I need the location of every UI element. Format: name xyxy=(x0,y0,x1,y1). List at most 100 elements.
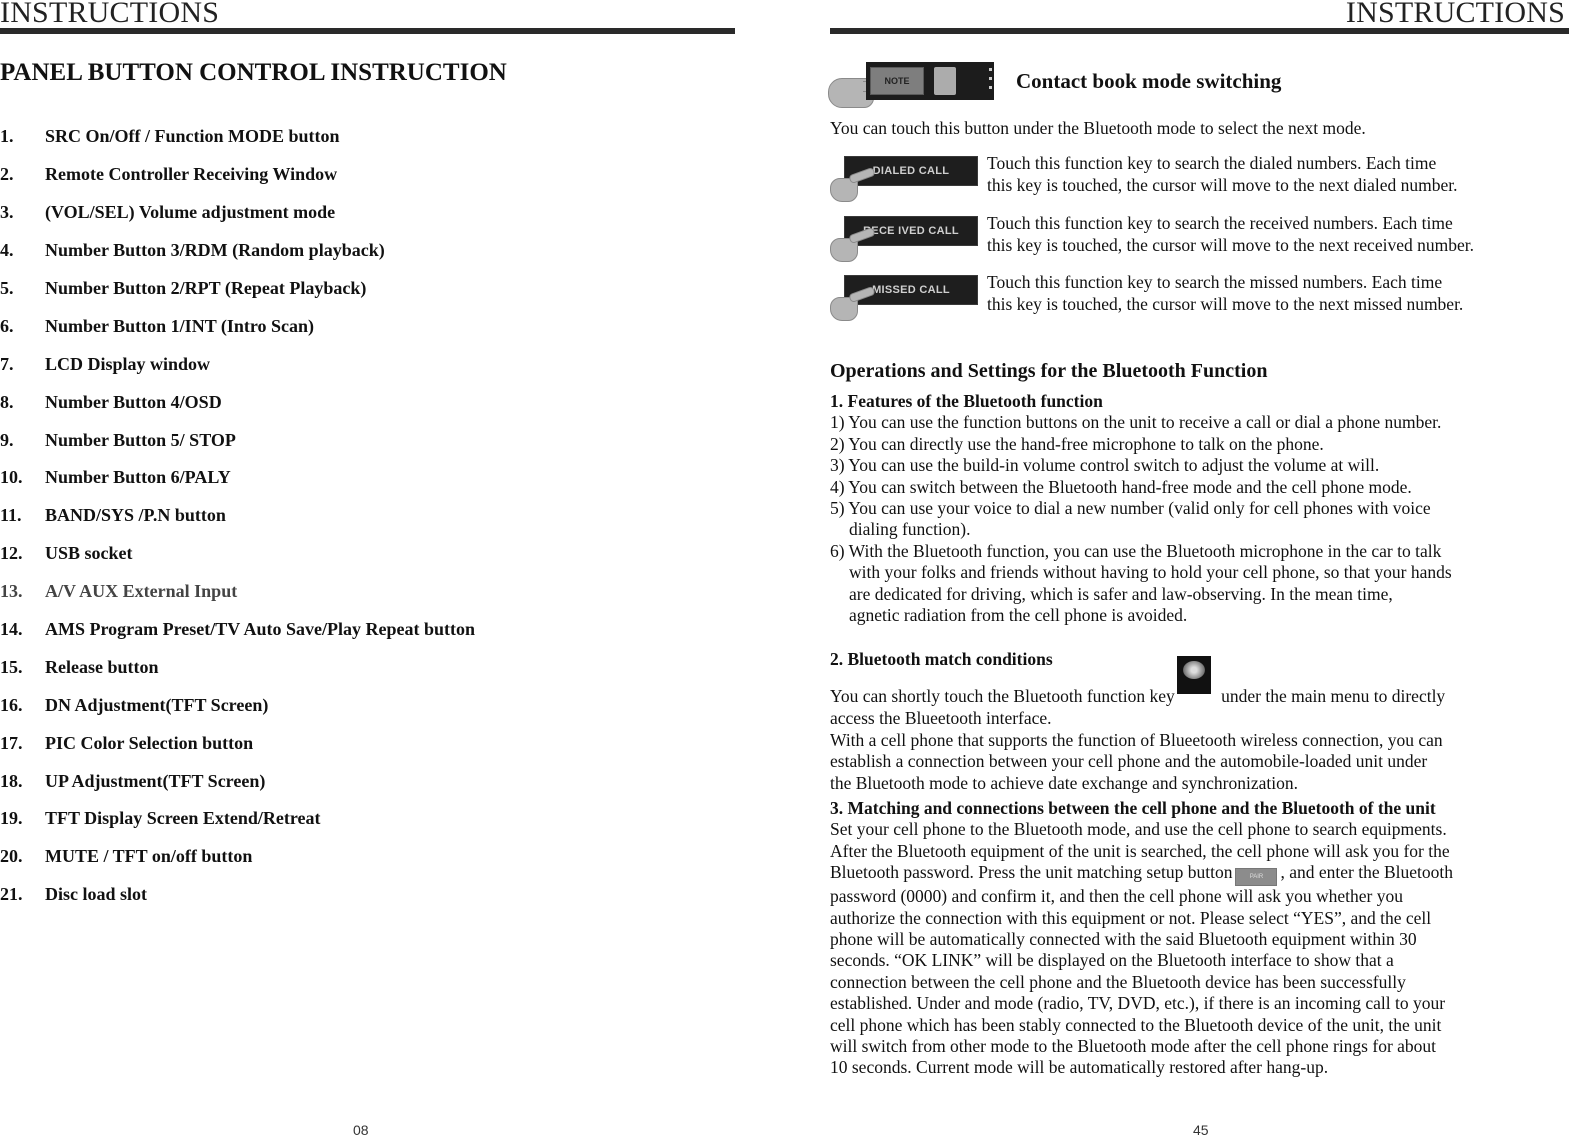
item-number: 13. xyxy=(0,581,23,602)
list-item: 5. Number Button 2/RPT (Repeat Playback) xyxy=(0,270,475,308)
feature-line: 6) With the Bluetooth function, you can … xyxy=(830,540,1442,561)
feature-line: 5) You can use your voice to dial a new … xyxy=(830,498,1431,519)
key-description: Touch this function key to search the mi… xyxy=(987,272,1463,315)
desc-line: Touch this function key to search the di… xyxy=(987,153,1437,173)
list-item: 12. USB socket xyxy=(0,535,475,573)
feature-line: dialing function). xyxy=(849,519,971,540)
matching-line: password (0000) and confirm it, and then… xyxy=(830,886,1403,907)
list-item: 8. Number Button 4/OSD xyxy=(0,383,475,421)
features-section: 1. Features of the Bluetooth function 1)… xyxy=(830,391,1569,626)
matching-line: Bluetooth password. Press the unit match… xyxy=(830,862,1569,887)
list-item: 13. A/V AUX External Input xyxy=(0,573,475,611)
note-key: NOTE xyxy=(870,67,924,95)
item-label: Remote Controller Receiving Window xyxy=(45,164,338,185)
matching-line: phone will be automatically connected wi… xyxy=(830,929,1417,950)
item-label: UP Adjustment(TFT Screen) xyxy=(45,770,266,791)
pointing-hand-icon xyxy=(830,178,858,202)
ops-title: Operations and Settings for the Bluetoot… xyxy=(830,360,1268,382)
feature-line: 3) You can use the build-in volume contr… xyxy=(830,455,1380,476)
list-item: 10. Number Button 6/PALY xyxy=(0,459,475,497)
item-label: Disc load slot xyxy=(45,884,148,905)
header-rule xyxy=(0,28,735,34)
list-item: 14. AMS Program Preset/TV Auto Save/Play … xyxy=(0,611,475,649)
contact-book-row: NOTE Contact book mode switching xyxy=(828,62,1282,108)
pair-button-icon: PAIR xyxy=(1235,868,1278,887)
intro-text: You can touch this button under the Blue… xyxy=(830,118,1366,138)
item-label: (VOL/SEL) Volume adjustment mode xyxy=(45,202,336,223)
item-number: 1. xyxy=(0,126,14,147)
matching-section: 3. Matching and connections between the … xyxy=(830,798,1569,1079)
panel-button-list: 1. SRC On/Off / Function MODE button 2. Re… xyxy=(0,118,475,914)
matching-heading: 3. Matching and connections between the … xyxy=(830,798,1436,818)
item-number: 6. xyxy=(0,315,14,336)
matching-line: will switch from other mode to the Bluet… xyxy=(830,1036,1437,1057)
list-item: 21. Disc load slot xyxy=(0,876,475,914)
item-label: Number Button 6/PALY xyxy=(45,467,231,488)
item-number: 20. xyxy=(0,846,23,867)
list-item: 18. UP Adjustment(TFT Screen) xyxy=(0,762,475,800)
item-label: PIC Color Selection button xyxy=(45,732,254,753)
matching-line: cell phone which has been stably connect… xyxy=(830,1014,1442,1035)
match-line: the Bluetooth mode to achieve date excha… xyxy=(830,772,1298,793)
right-page: INSTRUCTIONS NOTE Contact book mode swit… xyxy=(828,0,1569,1138)
item-label: Number Button 3/RDM (Random playback) xyxy=(45,240,385,261)
features-heading: 1. Features of the Bluetooth function xyxy=(830,391,1103,411)
matching-line: seconds. “OK LINK” will be displayed on … xyxy=(830,950,1394,971)
received-call-row: RECE IVED CALL Touch this function key t… xyxy=(828,213,1569,276)
item-number: 17. xyxy=(0,732,23,753)
item-label: A/V AUX External Input xyxy=(45,581,238,602)
item-number: 19. xyxy=(0,808,23,829)
match-line: With a cell phone that supports the func… xyxy=(830,729,1443,750)
text-segment: , and enter the Bluetooth xyxy=(1280,862,1453,883)
desc-line: Touch this function key to search the re… xyxy=(987,213,1453,233)
key-description: Touch this function key to search the di… xyxy=(987,153,1457,196)
item-label: Number Button 2/RPT (Repeat Playback) xyxy=(45,278,367,298)
item-label: DN Adjustment(TFT Screen) xyxy=(45,694,269,715)
feature-line: with your folks and friends without havi… xyxy=(849,562,1452,583)
item-label: SRC On/Off / Function MODE button xyxy=(45,126,340,147)
match-line: You can shortly touch the Bluetooth func… xyxy=(830,656,1569,708)
list-item: 2. Remote Controller Receiving Window xyxy=(0,156,475,194)
item-number: 16. xyxy=(0,694,23,715)
item-number: 10. xyxy=(0,467,23,488)
left-page: INSTRUCTIONS PANEL BUTTON CONTROL INSTRU… xyxy=(0,0,740,1138)
list-item: 19. TFT Display Screen Extend/Retreat xyxy=(0,800,475,838)
text-segment: under the main menu to directly xyxy=(1216,686,1446,707)
item-label: Number Button 4/OSD xyxy=(45,391,222,412)
list-item: 17. PIC Color Selection button xyxy=(0,724,475,762)
item-number: 18. xyxy=(0,770,23,791)
item-label: USB socket xyxy=(45,543,133,564)
item-number: 12. xyxy=(0,543,23,564)
desc-line: Touch this function key to search the mi… xyxy=(987,272,1443,292)
page-number: 45 xyxy=(1193,1122,1209,1138)
desc-line: this key is touched, the cursor will mov… xyxy=(987,174,1458,195)
list-item: 20. MUTE / TFT on/off button xyxy=(0,838,475,876)
contact-book-icon xyxy=(934,67,956,95)
item-label: Number Button 5/ STOP xyxy=(45,429,236,450)
desc-line: this key is touched, the cursor will mov… xyxy=(987,293,1464,314)
list-item: 1. SRC On/Off / Function MODE button xyxy=(0,118,475,156)
running-head: INSTRUCTIONS xyxy=(0,0,220,29)
list-item: 3. (VOL/SEL) Volume adjustment mode xyxy=(0,194,475,232)
header-rule xyxy=(830,28,1569,34)
desc-line: this key is touched, the cursor will mov… xyxy=(987,234,1474,255)
item-label: MUTE / TFT on/off button xyxy=(45,846,253,867)
match-line: access the Blueetooth interface. xyxy=(830,708,1052,729)
matching-line: authorize the connection with this equip… xyxy=(830,907,1432,928)
list-item: 11. BAND/SYS /P.N button xyxy=(0,497,475,535)
matching-line: After the Bluetooth equipment of the uni… xyxy=(830,840,1450,861)
list-item: 6. Number Button 1/INT (Intro Scan) xyxy=(0,307,475,345)
item-number: 11. xyxy=(0,505,22,526)
matching-line: connection between the cell phone and th… xyxy=(830,971,1406,992)
list-item: 15. Release button xyxy=(0,648,475,686)
matching-line: established. Under and mode (radio, TV, … xyxy=(830,993,1446,1014)
item-number: 15. xyxy=(0,656,23,677)
pointing-hand-icon xyxy=(830,238,858,262)
item-label: LCD Display window xyxy=(45,353,211,374)
item-number: 21. xyxy=(0,884,23,905)
pointing-hand-icon xyxy=(830,297,858,321)
missed-call-row: MISSED CALL Touch this function key to s… xyxy=(828,272,1569,335)
contact-book-title: Contact book mode switching xyxy=(1016,68,1282,93)
text-segment: You can shortly touch the Bluetooth func… xyxy=(830,686,1175,707)
feature-line: 1) You can use the function buttons on t… xyxy=(830,412,1442,433)
